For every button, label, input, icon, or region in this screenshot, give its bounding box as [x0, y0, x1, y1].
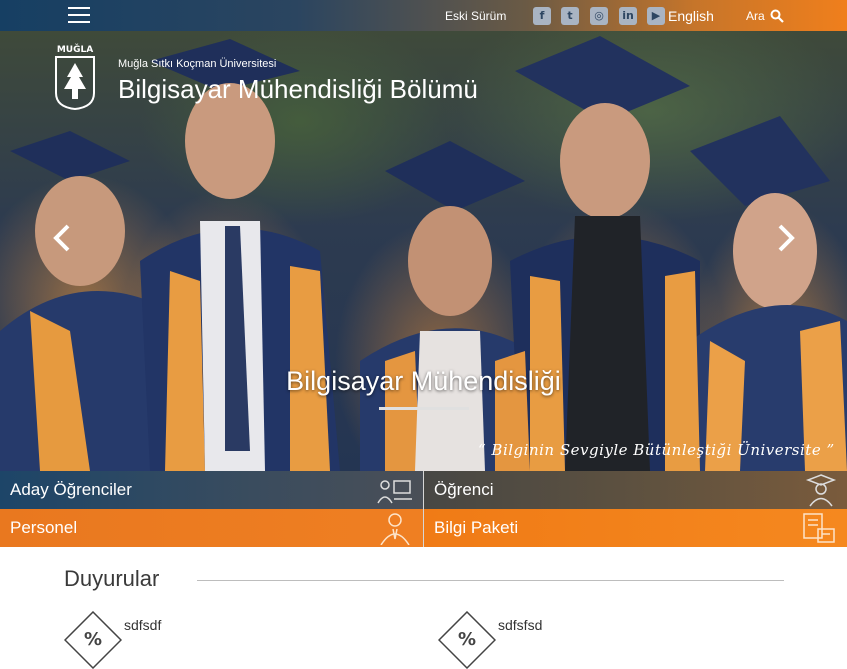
- quick-link-info-package[interactable]: Bilgi Paketi: [424, 509, 847, 547]
- announcement-badge-icon: %: [64, 611, 122, 669]
- quick-links: Aday Öğrenciler Öğrenci Personel Bilgi P…: [0, 471, 847, 547]
- university-slogan: “ Bilginin Sevgiyle Bütünleştiği Ünivers…: [478, 441, 835, 459]
- hamburger-menu-icon[interactable]: [68, 7, 90, 24]
- graduate-student-icon: [805, 474, 837, 507]
- hero-slider: MUĞLA Muğla Sıtkı Koçman Üniversitesi Bi…: [0, 31, 847, 471]
- twitter-icon[interactable]: t: [561, 7, 579, 25]
- quick-link-label: Bilgi Paketi: [434, 518, 519, 537]
- quick-link-staff[interactable]: Personel: [0, 509, 423, 547]
- facebook-icon[interactable]: f: [533, 7, 551, 25]
- svg-text:%: %: [458, 629, 476, 650]
- university-name: Muğla Sıtkı Koçman Üniversitesi: [118, 58, 277, 70]
- quick-link-label: Personel: [10, 518, 78, 537]
- candidate-students-icon: [377, 480, 412, 504]
- quick-links-divider: [423, 471, 424, 547]
- youtube-icon[interactable]: ▶: [647, 7, 665, 25]
- slider-next-arrow-icon[interactable]: [774, 223, 798, 253]
- search-link[interactable]: Ara: [746, 9, 765, 23]
- quick-link-label: Aday Öğrenciler: [10, 480, 132, 499]
- department-title[interactable]: Bilgisayar Mühendisliği Bölümü: [118, 74, 478, 105]
- university-logo: MUĞLA: [55, 43, 95, 111]
- top-bar: Eski Sürüm f t ◎ in ▶ English Ara: [0, 0, 847, 31]
- staff-person-icon: [380, 513, 410, 545]
- svg-text:MUĞLA: MUĞLA: [57, 43, 93, 55]
- caption-underline: [379, 407, 469, 410]
- quick-link-student[interactable]: Öğrenci: [424, 471, 847, 509]
- slide-caption: Bilgisayar Mühendisliği: [286, 366, 561, 396]
- announcement-title[interactable]: sdfsfsd: [498, 617, 542, 633]
- announcement-badge-icon: %: [438, 611, 496, 669]
- announcements-divider: [197, 580, 784, 581]
- announcement-title[interactable]: sdfsdf: [124, 617, 161, 633]
- old-version-link[interactable]: Eski Sürüm: [445, 9, 506, 23]
- instagram-icon[interactable]: ◎: [590, 7, 608, 25]
- quick-link-label: Öğrenci: [434, 480, 494, 499]
- search-icon[interactable]: [770, 9, 784, 23]
- slider-prev-arrow-icon[interactable]: [50, 223, 74, 253]
- info-package-icon: [803, 513, 835, 543]
- linkedin-icon[interactable]: in: [619, 7, 637, 25]
- quick-link-candidate-students[interactable]: Aday Öğrenciler: [0, 471, 423, 509]
- svg-text:%: %: [84, 629, 102, 650]
- language-link[interactable]: English: [668, 8, 714, 24]
- announcements-heading: Duyurular: [64, 566, 160, 591]
